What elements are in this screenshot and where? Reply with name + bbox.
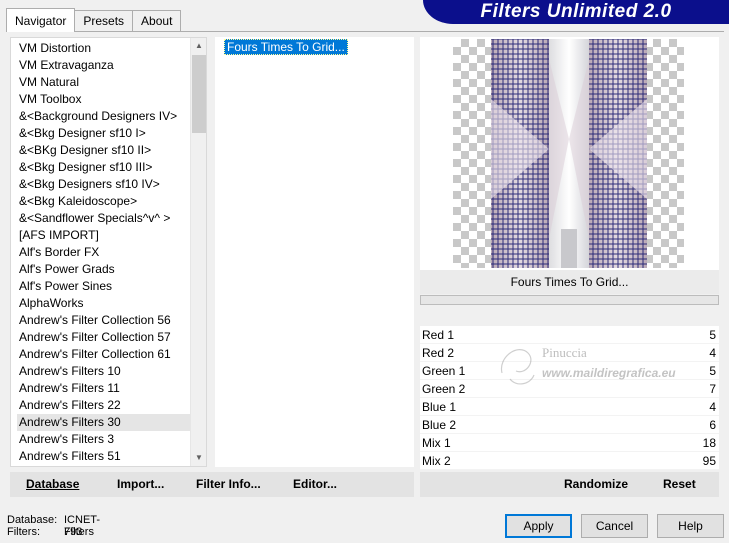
current-filter-name: Fours Times To Grid...	[420, 270, 719, 294]
parameter-label: Green 1	[422, 364, 466, 378]
category-list-items: VM Distortion VM Extravaganza VM Natural VM…	[17, 40, 193, 465]
database-info-label: Database:	[7, 514, 58, 526]
category-item[interactable]: Andrew's Filters 22	[17, 397, 193, 414]
progress-bar	[420, 295, 719, 305]
parameter-row[interactable]: Mix 2 95	[420, 452, 719, 470]
category-item[interactable]: &<Bkg Designer sf10 III>	[17, 159, 193, 176]
category-item[interactable]: &<Bkg Designers sf10 IV>	[17, 176, 193, 193]
category-item[interactable]: Andrew's Filters 30	[17, 414, 193, 431]
filters-info-label: Filters:	[7, 526, 40, 538]
parameter-value[interactable]: 18	[703, 434, 716, 452]
parameter-label: Blue 1	[422, 400, 457, 414]
category-item[interactable]: Alf's Border FX	[17, 244, 193, 261]
parameter-label: Red 1	[422, 328, 455, 342]
category-item[interactable]: Andrew's Filter Collection 56	[17, 312, 193, 329]
filter-info-button[interactable]: Filter Info...	[196, 472, 261, 497]
editor-button[interactable]: Editor...	[293, 472, 337, 497]
parameter-row[interactable]: Blue 2 6	[420, 416, 719, 434]
preview-graphic	[491, 39, 647, 268]
parameter-label: Mix 2	[422, 454, 451, 468]
parameter-value[interactable]: 4	[709, 398, 716, 416]
category-scrollbar[interactable]: ▲ ▼	[190, 38, 206, 466]
parameter-row[interactable]: Green 1 5	[420, 362, 719, 380]
parameter-row[interactable]: Mix 1 18	[420, 434, 719, 452]
category-item[interactable]: Andrew's Filters 11	[17, 380, 193, 397]
right-toolbar: Randomize Reset	[420, 472, 719, 497]
category-item[interactable]: &<BKg Designer sf10 II>	[17, 142, 193, 159]
category-item[interactable]: &<Bkg Kaleidoscope>	[17, 193, 193, 210]
preview-panel	[420, 37, 719, 270]
tab-presets[interactable]: Presets	[74, 10, 134, 32]
category-item[interactable]: Andrew's Filters 3	[17, 431, 193, 448]
reset-button[interactable]: Reset	[663, 472, 696, 497]
parameter-value[interactable]: 95	[703, 452, 716, 470]
database-button[interactable]: Database	[26, 472, 79, 497]
tab-divider	[6, 31, 724, 32]
category-item[interactable]: VM Toolbox	[17, 91, 193, 108]
parameter-label: Green 2	[422, 382, 466, 396]
filter-item-selected[interactable]: Fours Times To Grid...	[224, 39, 348, 55]
category-item[interactable]: Andrew's Filters 51	[17, 448, 193, 465]
tab-bar: Navigator Presets About	[6, 8, 182, 32]
category-item[interactable]: Andrew's Filters 10	[17, 363, 193, 380]
parameter-value[interactable]: 5	[709, 362, 716, 380]
cancel-button[interactable]: Cancel	[581, 514, 648, 538]
left-toolbar: Database Import... Filter Info... Editor…	[10, 472, 414, 497]
filters-info-value: 793	[64, 526, 83, 538]
category-item[interactable]: [AFS IMPORT]	[17, 227, 193, 244]
category-item[interactable]: &<Background Designers IV>	[17, 108, 193, 125]
parameter-label: Red 2	[422, 346, 455, 360]
preview-image	[453, 39, 684, 268]
category-item[interactable]: Alf's Power Grads	[17, 261, 193, 278]
category-item[interactable]: Andrew's Filter Collection 57	[17, 329, 193, 346]
parameter-label: Blue 2	[422, 418, 457, 432]
parameter-value[interactable]: 7	[709, 380, 716, 398]
database-label: Database	[26, 477, 80, 491]
help-button[interactable]: Help	[657, 514, 724, 538]
category-item[interactable]: AlphaWorks	[17, 295, 193, 312]
title-banner: Filters Unlimited 2.0	[423, 0, 729, 24]
category-item[interactable]: VM Natural	[17, 74, 193, 91]
import-button[interactable]: Import...	[117, 472, 164, 497]
scroll-up-icon[interactable]: ▲	[191, 38, 207, 54]
category-item[interactable]: Andrew's Filter Collection 61	[17, 346, 193, 363]
parameter-row[interactable]: Red 1 5	[420, 326, 719, 344]
category-list[interactable]: VM Distortion VM Extravaganza VM Natural VM…	[10, 37, 207, 467]
banner-title: Filters Unlimited 2.0	[480, 1, 672, 22]
randomize-button[interactable]: Randomize	[564, 472, 628, 497]
scroll-thumb[interactable]	[192, 55, 206, 133]
parameter-value[interactable]: 5	[709, 326, 716, 344]
parameter-value[interactable]: 4	[709, 344, 716, 362]
apply-button[interactable]: Apply	[505, 514, 572, 538]
scroll-down-icon[interactable]: ▼	[191, 450, 207, 466]
category-item[interactable]: &<Bkg Designer sf10 I>	[17, 125, 193, 142]
parameter-value[interactable]: 6	[709, 416, 716, 434]
parameter-list: Red 1 5 Red 2 4 Green 1 5 Green 2 7 Blue 1 4 Blue …	[420, 326, 719, 470]
parameter-row[interactable]: Red 2 4	[420, 344, 719, 362]
parameter-row[interactable]: Green 2 7	[420, 380, 719, 398]
tab-about[interactable]: About	[132, 10, 182, 32]
parameter-row[interactable]: Blue 1 4	[420, 398, 719, 416]
category-item[interactable]: VM Extravaganza	[17, 57, 193, 74]
category-item[interactable]: VM Distortion	[17, 40, 193, 57]
category-item[interactable]: &<Sandflower Specials^v^ >	[17, 210, 193, 227]
filter-list[interactable]: Fours Times To Grid...	[215, 37, 414, 467]
parameter-label: Mix 1	[422, 436, 451, 450]
category-item[interactable]: Alf's Power Sines	[17, 278, 193, 295]
tab-navigator[interactable]: Navigator	[6, 8, 76, 32]
